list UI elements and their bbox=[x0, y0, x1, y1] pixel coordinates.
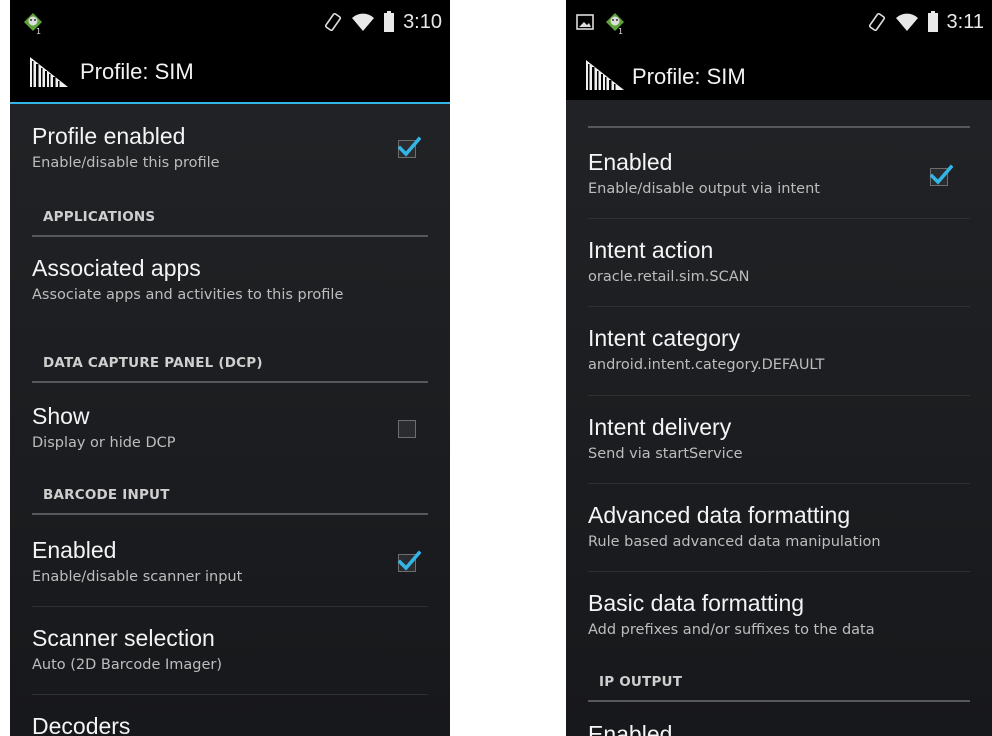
category-divider bbox=[588, 700, 970, 702]
preference-associated-apps[interactable]: Associated apps Associate apps and activ… bbox=[32, 254, 428, 305]
rotation-icon bbox=[323, 12, 343, 32]
preference-show-dcp[interactable]: Show Display or hide DCP bbox=[32, 402, 428, 453]
svg-text:1: 1 bbox=[618, 27, 623, 35]
category-divider bbox=[32, 381, 428, 383]
preference-title: Enabled bbox=[32, 537, 117, 563]
preference-title: Intent category bbox=[588, 325, 741, 351]
battery-icon bbox=[383, 11, 395, 33]
preference-scanner-selection[interactable]: Scanner selection Auto (2D Barcode Image… bbox=[32, 624, 428, 675]
preference-title: Associated apps bbox=[32, 255, 201, 281]
preference-title: Basic data formatting bbox=[588, 590, 805, 616]
category-applications: APPLICATIONS bbox=[32, 209, 428, 237]
clock: 3:10 bbox=[403, 10, 442, 33]
list-divider bbox=[32, 694, 428, 695]
preference-title: Intent delivery bbox=[588, 414, 732, 440]
profile-enabled-checkbox[interactable] bbox=[397, 136, 421, 158]
preference-summary: Associate apps and activities to this pr… bbox=[32, 287, 344, 303]
wifi-icon bbox=[895, 12, 919, 32]
category-label: APPLICATIONS bbox=[43, 209, 156, 225]
show-dcp-checkbox[interactable] bbox=[398, 420, 416, 438]
preference-intent-action[interactable]: Intent action oracle.retail.sim.SCAN bbox=[588, 236, 970, 287]
preference-summary: Auto (2D Barcode Imager) bbox=[32, 657, 223, 673]
category-divider bbox=[32, 235, 428, 237]
preference-summary: android.intent.category.DEFAULT bbox=[588, 357, 825, 373]
list-divider bbox=[588, 218, 970, 219]
battery-icon bbox=[927, 11, 939, 33]
wifi-icon bbox=[351, 12, 375, 32]
svg-text:1: 1 bbox=[36, 27, 41, 35]
preference-list: Profile enabled Enable/disable this prof… bbox=[10, 104, 450, 736]
preference-intent-category[interactable]: Intent category android.intent.category.… bbox=[588, 324, 970, 375]
preference-title: Show bbox=[32, 403, 90, 429]
left-phone-screen: 1 3:10 Profile: SIM Profile enabled Enab… bbox=[10, 0, 450, 736]
preference-summary: Enable/disable output via intent bbox=[588, 181, 820, 197]
action-bar: Profile: SIM bbox=[566, 44, 992, 108]
category-divider bbox=[32, 513, 428, 515]
status-bar: 1 3:10 bbox=[10, 0, 450, 44]
list-divider bbox=[588, 395, 970, 396]
preference-summary: Add prefixes and/or suffixes to the data bbox=[588, 622, 875, 638]
list-divider bbox=[588, 483, 970, 484]
preference-barcode-enabled[interactable]: Enabled Enable/disable scanner input bbox=[32, 536, 428, 587]
preference-summary: Enable/disable this profile bbox=[32, 155, 220, 171]
preference-basic-data-formatting[interactable]: Basic data formatting Add prefixes and/o… bbox=[588, 589, 970, 640]
category-label: IP OUTPUT bbox=[599, 674, 683, 690]
preference-profile-enabled[interactable]: Profile enabled Enable/disable this prof… bbox=[32, 122, 428, 173]
scroll-clip bbox=[566, 100, 992, 112]
rotation-icon bbox=[867, 12, 887, 32]
android-robot-icon: 1 bbox=[20, 9, 46, 35]
preference-title: Decoders bbox=[32, 713, 131, 736]
category-ip-output: IP OUTPUT bbox=[588, 674, 970, 702]
status-bar: 1 3:11 bbox=[566, 0, 992, 44]
preference-title: Enabled bbox=[588, 149, 673, 175]
preference-summary: Rule based advanced data manipulation bbox=[588, 534, 881, 550]
picture-icon bbox=[576, 14, 594, 30]
category-label: BARCODE INPUT bbox=[43, 487, 170, 503]
preference-title: Advanced data formatting bbox=[588, 502, 851, 528]
category-data-capture-panel: DATA CAPTURE PANEL (DCP) bbox=[32, 355, 428, 383]
barcode-enabled-checkbox[interactable] bbox=[397, 550, 421, 572]
preference-title: Intent action bbox=[588, 237, 714, 263]
preference-list: INTENT OUTPUT Enabled Enable/disable out… bbox=[566, 100, 992, 736]
preference-summary: Display or hide DCP bbox=[32, 435, 176, 451]
preference-intent-delivery[interactable]: Intent delivery Send via startService bbox=[588, 413, 970, 464]
preference-summary: Send via startService bbox=[588, 446, 743, 462]
android-robot-icon: 1 bbox=[602, 9, 628, 35]
right-phone-screen: 1 3:11 Profile: SIM INTENT bbox=[566, 0, 992, 736]
category-label: DATA CAPTURE PANEL (DCP) bbox=[43, 355, 263, 371]
intent-enabled-checkbox[interactable] bbox=[929, 164, 953, 186]
list-divider bbox=[588, 306, 970, 307]
preference-ip-enabled[interactable]: Enabled bbox=[588, 720, 970, 736]
barcode-icon[interactable] bbox=[584, 58, 626, 96]
preference-advanced-data-formatting[interactable]: Advanced data formatting Rule based adva… bbox=[588, 501, 970, 552]
preference-title: Enabled bbox=[588, 721, 673, 736]
preference-intent-enabled[interactable]: Enabled Enable/disable output via intent bbox=[588, 148, 970, 199]
page-title: Profile: SIM bbox=[80, 59, 194, 84]
preference-summary: oracle.retail.sim.SCAN bbox=[588, 269, 750, 285]
list-divider bbox=[32, 606, 428, 607]
category-divider bbox=[588, 126, 970, 128]
list-divider bbox=[588, 571, 970, 572]
category-barcode-input: BARCODE INPUT bbox=[32, 487, 428, 515]
barcode-icon[interactable] bbox=[28, 55, 70, 93]
preference-title: Profile enabled bbox=[32, 123, 186, 149]
clock: 3:11 bbox=[946, 10, 984, 33]
action-bar: Profile: SIM bbox=[10, 44, 450, 104]
preference-title: Scanner selection bbox=[32, 625, 215, 651]
preference-summary: Enable/disable scanner input bbox=[32, 569, 243, 585]
preference-decoders[interactable]: Decoders bbox=[32, 712, 428, 736]
page-title: Profile: SIM bbox=[632, 64, 746, 89]
